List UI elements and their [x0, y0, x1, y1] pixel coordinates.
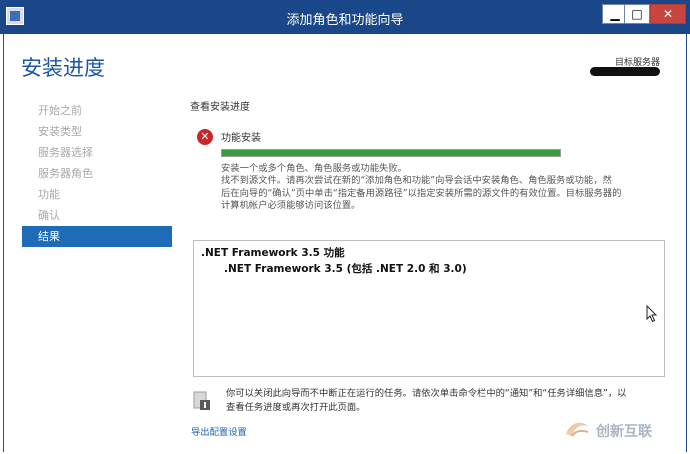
section-label: 查看安装进度	[190, 102, 250, 113]
watermark-text: 创新互联	[596, 424, 652, 440]
nav-item-confirmation[interactable]: 确认	[22, 205, 172, 226]
nav-item-installation-type[interactable]: 安装类型	[22, 121, 172, 142]
error-message-line: 计算机帐户必须能够访问该位置。	[221, 200, 361, 212]
maximize-button[interactable]: □	[624, 4, 650, 24]
nav-item-before-you-begin[interactable]: 开始之前	[22, 100, 172, 121]
results-list[interactable]: .NET Framework 3.5 功能 .NET Framework 3.5…	[193, 240, 665, 377]
progress-bar	[221, 149, 561, 157]
close-button[interactable]: ✕	[650, 4, 686, 24]
result-item: .NET Framework 3.5 功能	[201, 247, 345, 259]
error-message-line: 后在向导的“确认”页中单击“指定备用源路径”以指定安装所需的源文件的有效位置。目…	[221, 187, 622, 199]
error-message-line: 找不到源文件。请再次尝试在新的“添加角色和功能”向导会话中安装角色、角色服务或功…	[221, 175, 612, 187]
nav-item-server-selection[interactable]: 服务器选择	[22, 142, 172, 163]
nav-item-results[interactable]: 结果	[22, 226, 172, 247]
nav-item-server-roles[interactable]: 服务器角色	[22, 163, 172, 184]
progress-section: 查看安装进度	[190, 98, 650, 113]
task-notification-icon	[193, 391, 210, 410]
info-note: 你可以关闭此向导而不中断正在运行的任务。请依次单击命令栏中的“通知”和“任务详细…	[226, 387, 676, 415]
page-title: 安装进度	[21, 56, 105, 80]
error-message-line: 安装一个或多个角色、角色服务或功能失败。	[221, 163, 407, 174]
watermark: 创新互联	[560, 414, 688, 444]
mouse-cursor-icon	[646, 305, 658, 323]
watermark-logo-icon	[566, 422, 589, 437]
export-configuration-link[interactable]: 导出配置设置	[191, 424, 247, 438]
window-title: 添加角色和功能向导	[286, 13, 404, 28]
nav-item-features[interactable]: 功能	[22, 184, 172, 205]
progress-bar-fill	[222, 150, 560, 156]
result-subitem: .NET Framework 3.5 (包括 .NET 2.0 和 3.0)	[224, 263, 467, 275]
error-icon: ✕	[197, 129, 213, 145]
info-note-line: 查看任务进度或再次打开此页面。	[226, 401, 366, 413]
error-message: 安装一个或多个角色、角色服务或功能失败。 找不到源文件。请再次尝试在新的“添加角…	[221, 163, 671, 213]
title-bar: 添加角色和功能向导 ▁ □ ✕	[0, 0, 690, 34]
wizard-navigation: 开始之前 安装类型 服务器选择 服务器角色 功能 确认 结果	[22, 100, 172, 247]
info-note-line: 你可以关闭此向导而不中断正在运行的任务。请依次单击命令栏中的“通知”和“任务详细…	[226, 388, 627, 399]
destination-server-redacted	[590, 67, 660, 76]
status-title: 功能安装	[221, 133, 261, 144]
